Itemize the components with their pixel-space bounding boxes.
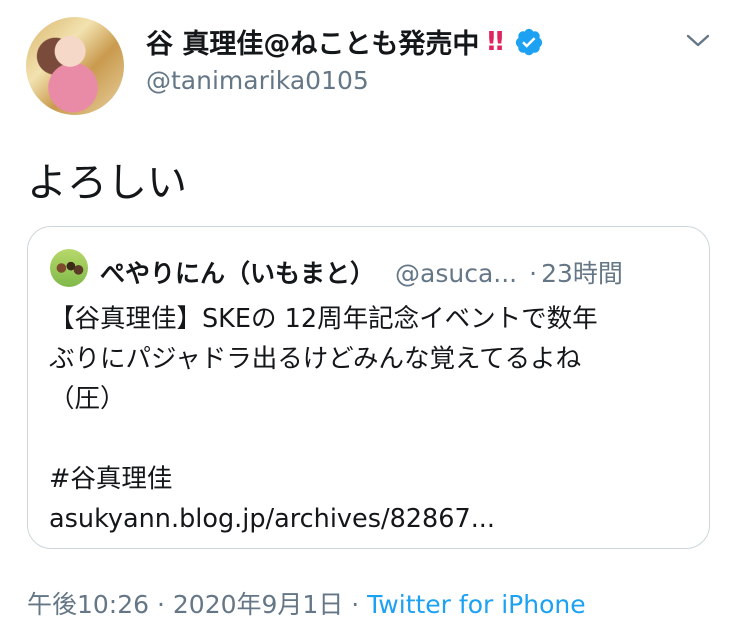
tweet-date[interactable]: 2020年9月1日: [173, 590, 343, 619]
quoted-author-name: ぺやりにん（いもまと）: [100, 259, 376, 288]
meta-separator: ·: [343, 590, 368, 619]
quoted-tweet-header: ぺやりにん（いもまと） @asuca... · 23時間: [100, 254, 623, 290]
tweet-text: よろしい: [27, 160, 187, 206]
double-exclamation-icon: ‼: [487, 26, 504, 57]
author-handle[interactable]: @tanimarika0105: [146, 66, 369, 95]
tweet-source-link[interactable]: Twitter for iPhone: [367, 590, 585, 619]
meta-separator: ·: [149, 590, 173, 619]
tweet-meta: 午後10:26 · 2020年9月1日 · Twitter for iPhone: [27, 585, 586, 621]
quoted-text-line: 【谷真理佳】SKEの 12周年記念イベントで数年: [49, 304, 598, 334]
author-name-row[interactable]: 谷 真理佳@ねことも発売中 ‼: [146, 22, 544, 61]
author-display-name[interactable]: 谷 真理佳@ねことも発売中: [146, 22, 479, 61]
verified-badge-icon: [515, 28, 542, 55]
quoted-tweet-time: 23時間: [541, 259, 623, 288]
quoted-hashtag: #谷真理佳: [49, 464, 173, 494]
quoted-link: asukyann.blog.jp/archives/82867...: [49, 504, 496, 534]
tweet-timestamp[interactable]: 午後10:26: [27, 590, 149, 619]
quoted-author-avatar: [50, 249, 88, 287]
separator-dot: ·: [529, 259, 538, 288]
quoted-author-handle: @asuca...: [395, 259, 518, 288]
quoted-tweet-body: 【谷真理佳】SKEの 12周年記念イベントで数年 ぶりにパジャドラ出るけどみんな…: [49, 299, 699, 539]
quoted-text-line: ぶりにパジャドラ出るけどみんな覚えてるよね: [49, 344, 582, 374]
chevron-down-icon[interactable]: [684, 30, 712, 52]
author-avatar[interactable]: [26, 17, 124, 115]
quoted-text-line: （圧）: [49, 384, 126, 414]
quoted-tweet-card[interactable]: ぺやりにん（いもまと） @asuca... · 23時間 【谷真理佳】SKEの …: [27, 226, 710, 549]
